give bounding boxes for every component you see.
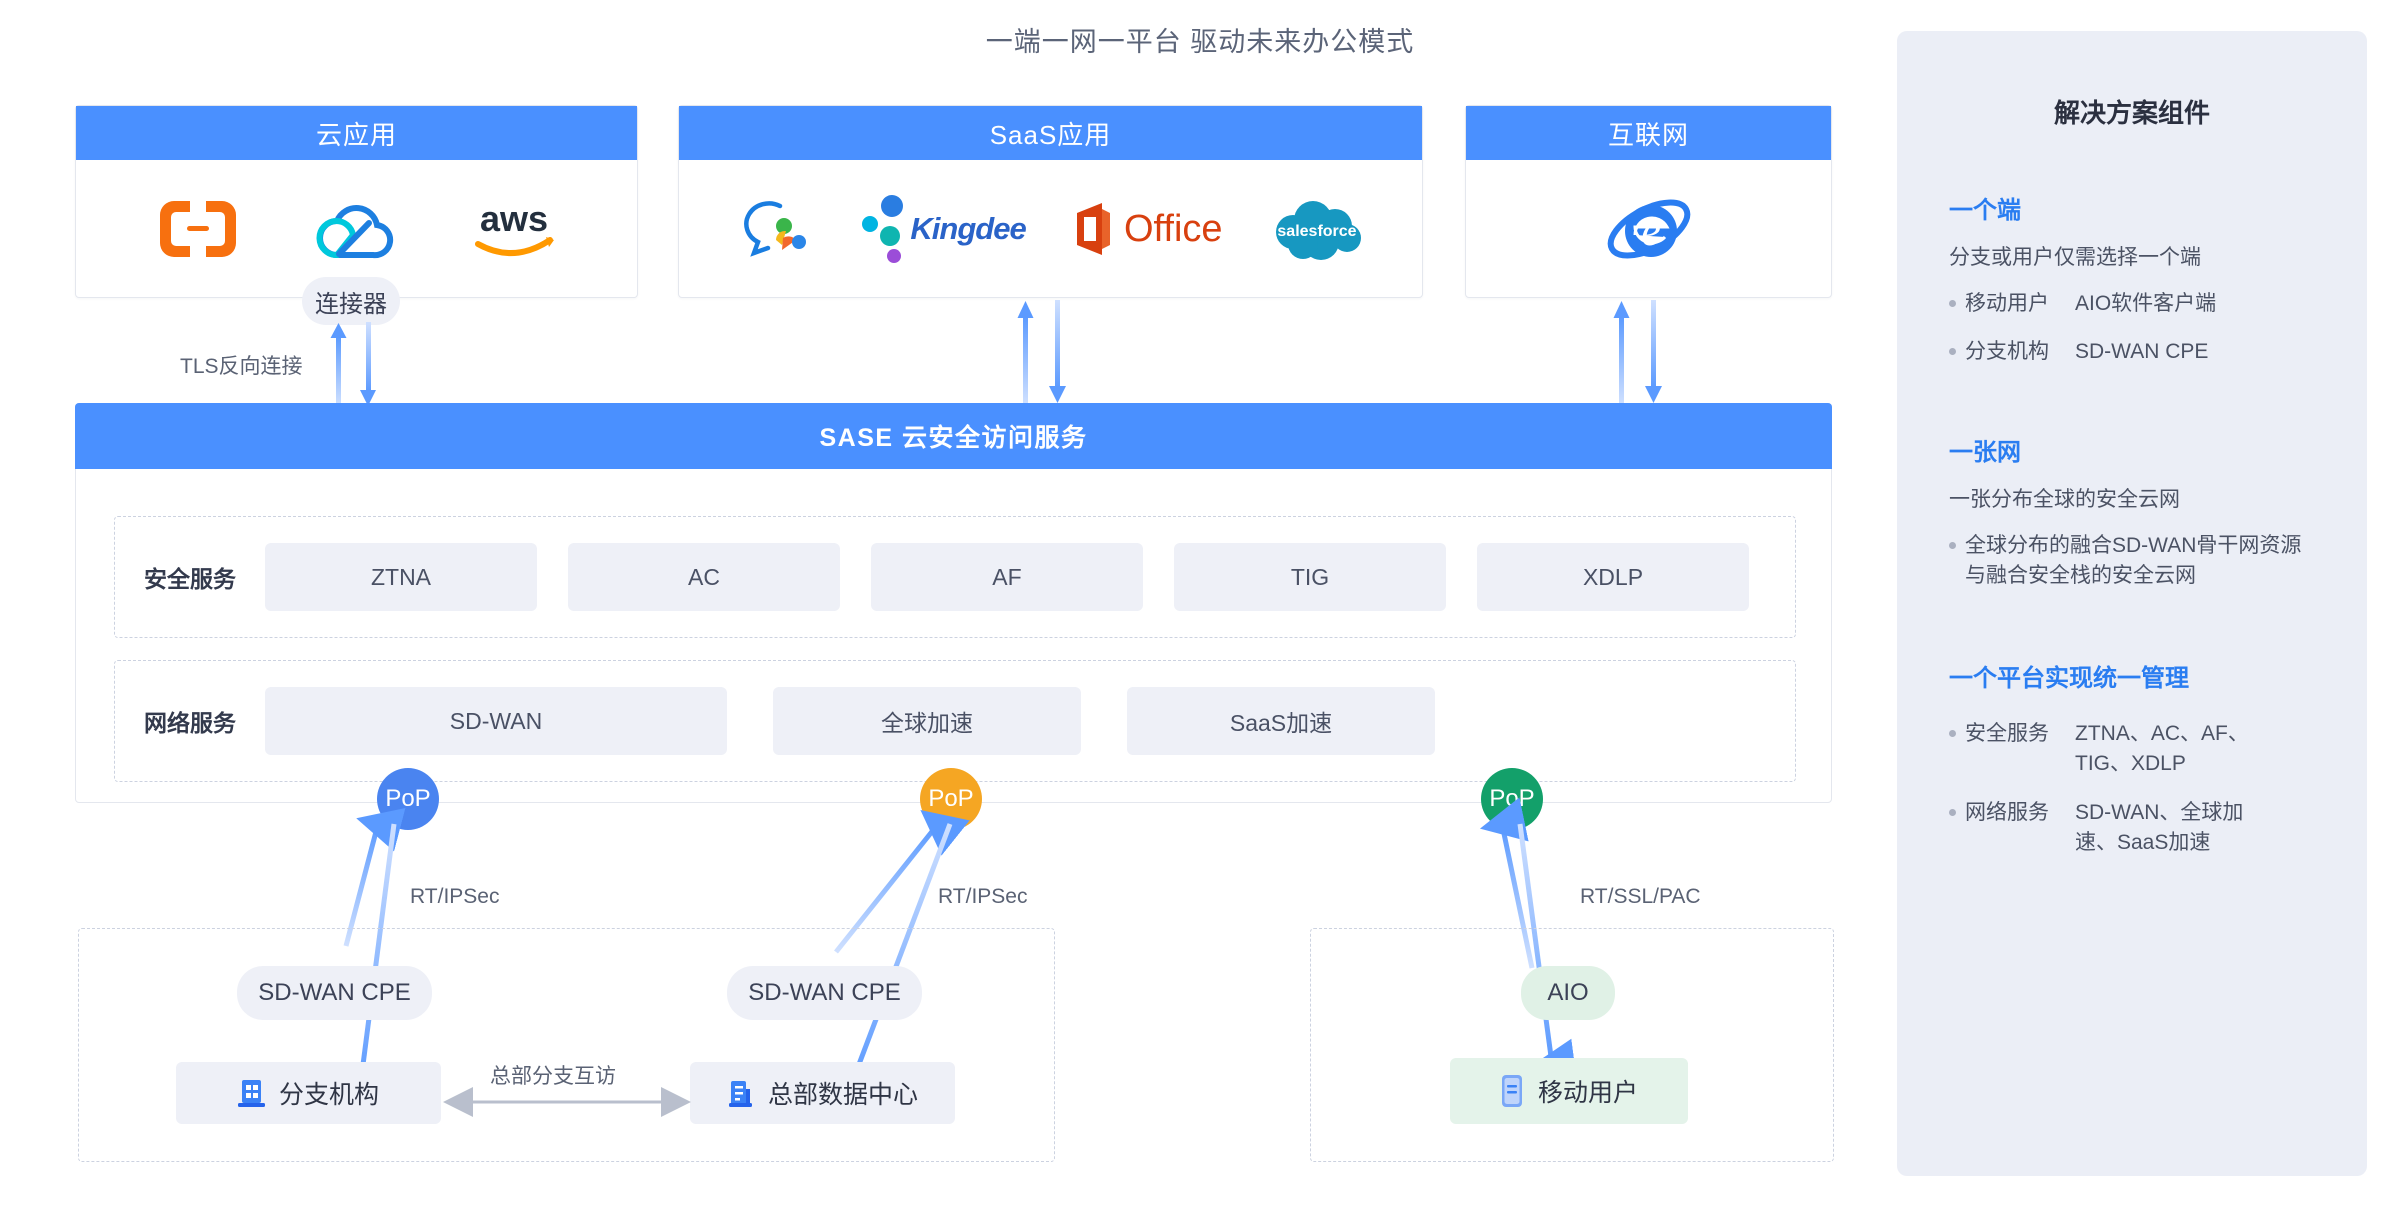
office-wordmark: Office xyxy=(1124,207,1223,250)
internet-explorer-logo: e xyxy=(1605,189,1693,269)
security-chip-af[interactable]: AF xyxy=(871,543,1143,611)
security-chip-ztna[interactable]: ZTNA xyxy=(265,543,537,611)
list-item: 分支机构 SD-WAN CPE xyxy=(1949,337,2315,367)
aws-logo: aws xyxy=(468,197,560,261)
item-term: 分支机构 xyxy=(1965,340,2049,364)
security-services-group: 安全服务 ZTNA AC AF TIG XDLP xyxy=(114,516,1796,638)
node-mobile-label: 移动用户 xyxy=(1537,1079,1638,1107)
sidebar-section-one-network: 一张网 一张分布全球的安全云网 全球分布的融合SD-WAN骨干网资源与融合安全栈… xyxy=(1949,432,2315,592)
connector-arrows xyxy=(330,322,376,406)
network-chip-sdwan[interactable]: SD-WAN xyxy=(265,687,727,755)
bullet-dot xyxy=(1949,729,1956,737)
panel-saas-apps: SaaS应用 Kingdee Office salesforce xyxy=(678,105,1423,298)
network-services-label: 网络服务 xyxy=(144,710,236,736)
hq-link-label: RT/IPSec xyxy=(938,885,1028,908)
node-branch-label: 分支机构 xyxy=(278,1081,379,1109)
panel-saas-apps-title: SaaS应用 xyxy=(679,106,1422,160)
node-hq[interactable]: 总部数据中心 xyxy=(690,1062,955,1124)
network-chip-global-acc[interactable]: 全球加速 xyxy=(773,687,1081,755)
bullet-dot xyxy=(1949,808,1956,816)
section-heading: 一个平台实现统一管理 xyxy=(1949,664,2189,692)
list-item: 网络服务 SD-WAN、全球加速、SaaS加速 xyxy=(1949,798,2315,859)
bullet-dot xyxy=(1949,541,1956,549)
section-heading: 一个端 xyxy=(1949,197,2021,224)
panel-internet: 互联网 e xyxy=(1465,105,1832,298)
branch-link-label: RT/IPSec xyxy=(410,885,500,908)
tencent-cloud-logo xyxy=(316,197,393,261)
svg-text:e: e xyxy=(1641,206,1661,255)
list-item: 全球分布的融合SD-WAN骨干网资源与融合安全栈的安全云网 xyxy=(1949,531,2315,592)
aio-client[interactable]: AIO xyxy=(1521,966,1615,1020)
interconnect-arrow xyxy=(443,1087,691,1117)
network-chip-saas-acc[interactable]: SaaS加速 xyxy=(1127,687,1435,755)
item-value: ZTNA、AC、AF、TIG、XDLP xyxy=(2075,721,2249,776)
item-value: SD-WAN、全球加速、SaaS加速 xyxy=(2075,800,2244,855)
item-value: 全球分布的融合SD-WAN骨干网资源与融合安全栈的安全云网 xyxy=(1965,533,2302,588)
sidebar-section-one-end: 一个端 分支或用户仅需选择一个端 移动用户 AIO软件客户端 分支机构 SD-W… xyxy=(1949,190,2315,368)
bullet-dot xyxy=(1949,348,1956,356)
kingdee-wordmark: Kingdee xyxy=(910,211,1026,246)
sase-title: SASE 云安全访问服务 xyxy=(75,403,1832,469)
section-subtitle: 分支或用户仅需选择一个端 xyxy=(1949,246,2201,269)
security-chip-tig[interactable]: TIG xyxy=(1174,543,1446,611)
saas-link-arrows xyxy=(1017,300,1066,404)
item-term: 网络服务 xyxy=(1965,800,2049,824)
cpe-branch[interactable]: SD-WAN CPE xyxy=(237,966,432,1020)
section-heading: 一张网 xyxy=(1949,438,2021,466)
aliyun-logo xyxy=(154,197,242,261)
salesforce-logo: salesforce xyxy=(1269,196,1365,262)
security-chip-xdlp[interactable]: XDLP xyxy=(1477,543,1749,611)
office-logo: Office xyxy=(1072,199,1223,259)
internet-link-arrows xyxy=(1613,300,1662,404)
list-item: 安全服务 ZTNA、AC、AF、TIG、XDLP xyxy=(1949,719,2315,780)
solution-components-sidebar: 解决方案组件 一个端 分支或用户仅需选择一个端 移动用户 AIO软件客户端 分支… xyxy=(1897,31,2367,1176)
item-value: SD-WAN CPE xyxy=(2075,340,2209,364)
item-term: 安全服务 xyxy=(1965,721,2049,745)
panel-cloud-apps: 云应用 aws xyxy=(75,105,638,298)
network-services-group: 网络服务 SD-WAN 全球加速 SaaS加速 xyxy=(114,660,1796,782)
salesforce-wordmark: salesforce xyxy=(1277,223,1356,240)
datacenter-building-icon xyxy=(727,1077,754,1109)
panel-internet-title: 互联网 xyxy=(1466,106,1831,160)
node-mobile[interactable]: 移动用户 xyxy=(1450,1058,1688,1124)
site-box-branch-hq xyxy=(78,928,1055,1162)
diagram-canvas: 一端一网一平台 驱动未来办公模式 云应用 aws 连接器 TLS反向连接 Saa… xyxy=(0,0,2400,1220)
connector-badge: 连接器 xyxy=(302,277,400,325)
site-box-mobile xyxy=(1310,928,1834,1162)
panel-cloud-apps-title: 云应用 xyxy=(76,106,637,160)
item-term: 移动用户 xyxy=(1965,292,2049,315)
sidebar-section-one-platform: 一个平台实现统一管理 安全服务 ZTNA、AC、AF、TIG、XDLP 网络服务… xyxy=(1949,658,2315,859)
mobile-link-label: RT/SSL/PAC xyxy=(1580,885,1701,908)
item-value: AIO软件客户端 xyxy=(2075,292,2217,315)
list-item: 移动用户 AIO软件客户端 xyxy=(1949,289,2315,319)
tls-link-label: TLS反向连接 xyxy=(180,355,303,378)
office-building-icon xyxy=(237,1077,265,1109)
dingtalk-logo xyxy=(736,196,814,262)
interconnect-label: 总部分支互访 xyxy=(490,1065,616,1088)
cpe-hq[interactable]: SD-WAN CPE xyxy=(727,966,922,1020)
bullet-dot xyxy=(1949,300,1956,307)
mobile-phone-icon xyxy=(1500,1074,1524,1108)
security-chip-ac[interactable]: AC xyxy=(568,543,840,611)
sidebar-title: 解决方案组件 xyxy=(2053,98,2210,128)
svg-text:aws: aws xyxy=(479,198,547,239)
section-subtitle: 一张分布全球的安全云网 xyxy=(1949,487,2180,511)
node-hq-label: 总部数据中心 xyxy=(767,1081,918,1109)
node-branch[interactable]: 分支机构 xyxy=(176,1062,441,1124)
kingdee-logo: Kingdee xyxy=(860,194,1027,264)
sase-panel: SASE 云安全访问服务 安全服务 ZTNA AC AF TIG XDLP 网络… xyxy=(75,403,1832,803)
security-services-label: 安全服务 xyxy=(144,566,236,592)
